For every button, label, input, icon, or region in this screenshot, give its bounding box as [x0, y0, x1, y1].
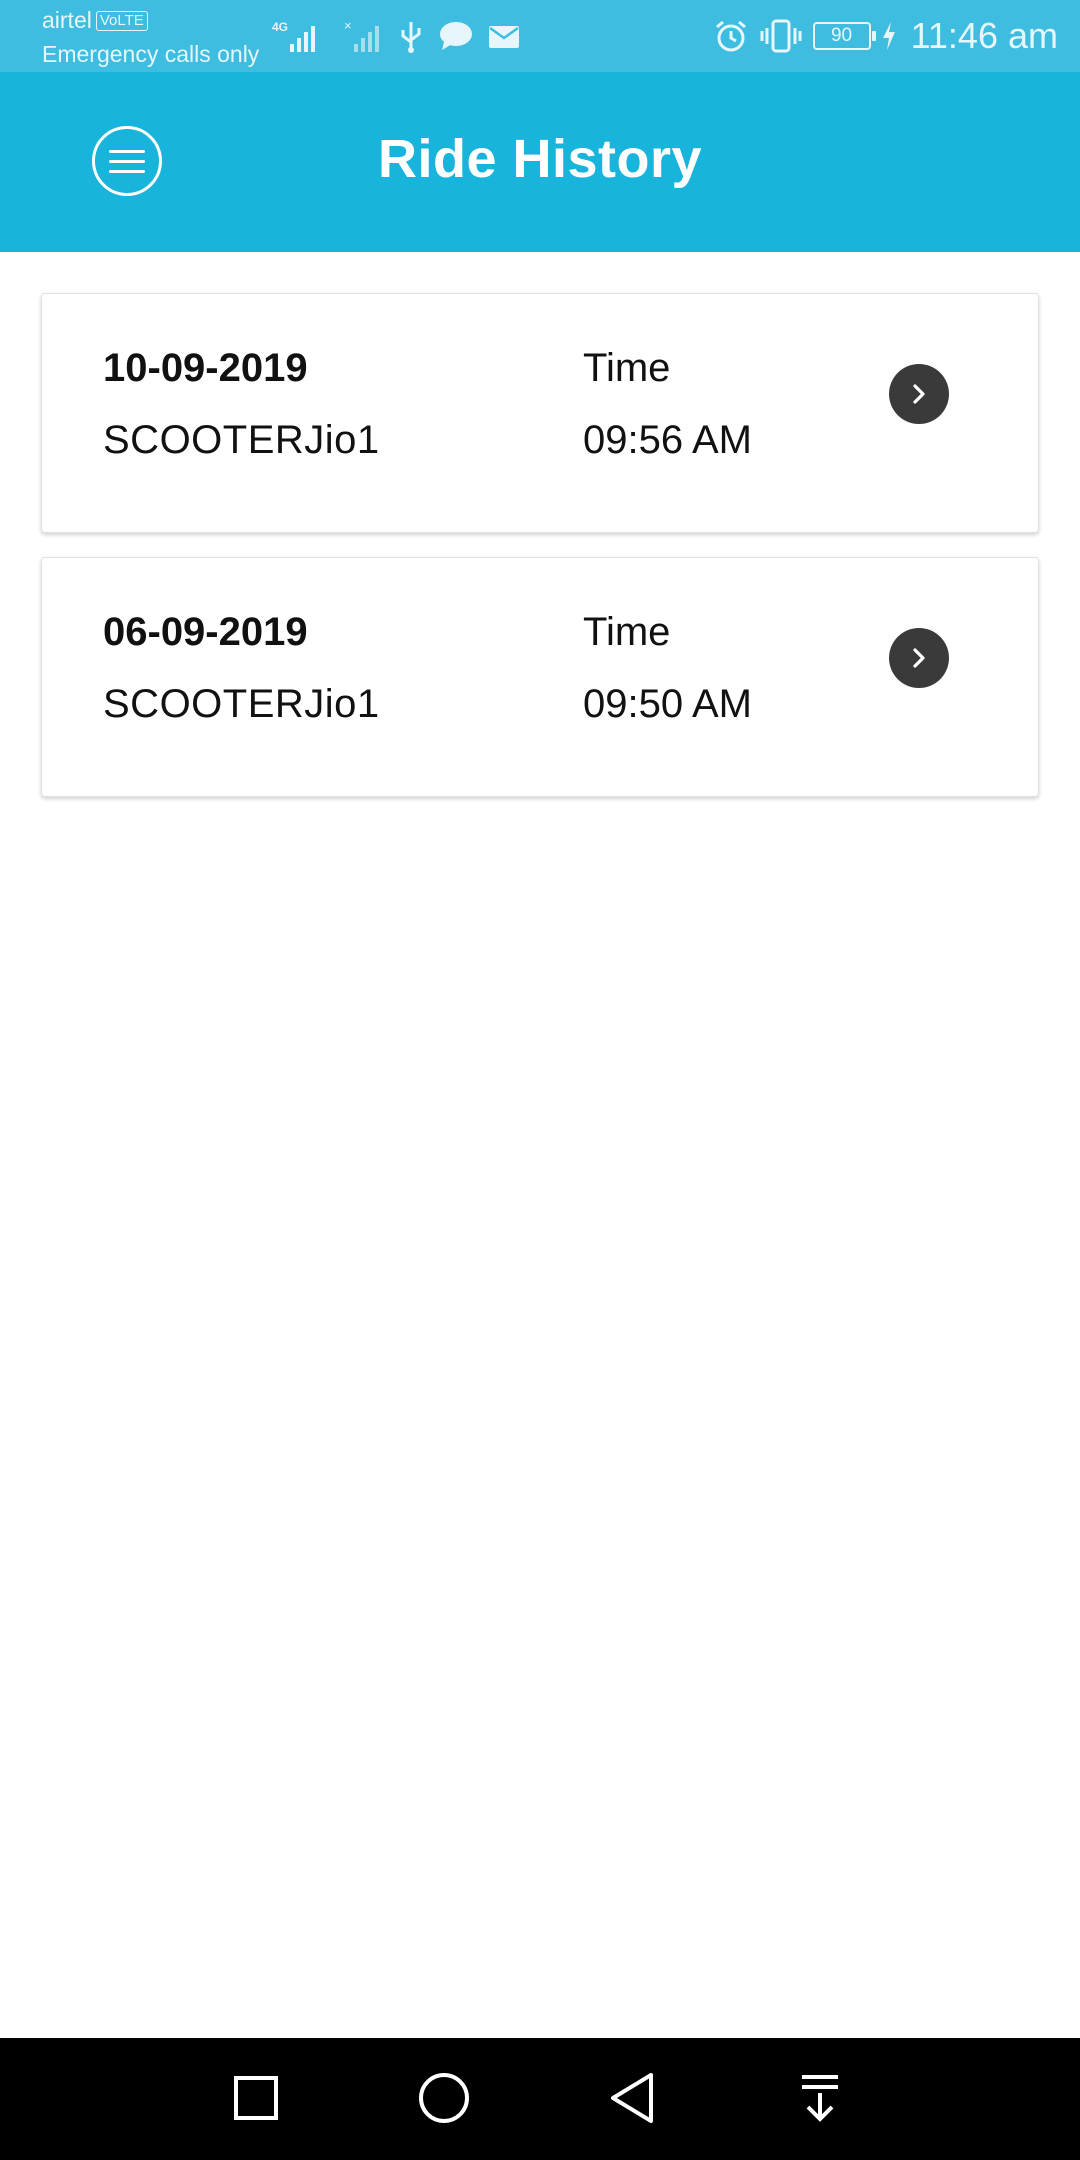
- carrier-row: airtel VoLTE: [42, 6, 148, 34]
- app-header: Ride History: [0, 72, 1080, 252]
- status-icons-right: 90 11:46 am: [713, 10, 1058, 62]
- status-icons-left: 4G ×: [272, 14, 520, 58]
- back-button[interactable]: [602, 2068, 662, 2128]
- volte-badge: VoLTE: [95, 11, 148, 31]
- ride-details-button[interactable]: [889, 628, 949, 688]
- home-button[interactable]: [414, 2068, 474, 2128]
- ride-time-value: 09:56 AM: [583, 418, 753, 462]
- ride-card[interactable]: 10-09-2019 SCOOTERJio1 Time 09:56 AM: [41, 293, 1039, 533]
- chat-bubble-icon: [440, 22, 472, 50]
- battery-indicator: 90: [812, 22, 876, 50]
- page-title: Ride History: [377, 129, 703, 189]
- notification-pulldown-button[interactable]: [790, 2068, 850, 2128]
- back-icon: [611, 2073, 653, 2123]
- ride-date: 06-09-2019: [103, 610, 308, 654]
- vibrate-icon: [760, 19, 802, 53]
- chevron-right-icon: [913, 384, 925, 404]
- ride-date: 10-09-2019: [103, 346, 308, 390]
- emergency-text: Emergency calls only: [42, 41, 260, 67]
- status-clock: 11:46 am: [910, 15, 1058, 56]
- carrier-name: airtel: [42, 7, 92, 33]
- chevron-right-icon: [913, 648, 925, 668]
- mail-icon: [489, 26, 519, 48]
- system-nav-bar: [0, 2038, 1080, 2160]
- home-icon: [419, 2073, 469, 2123]
- status-bar: airtel VoLTE Emergency calls only 4G × 9…: [0, 0, 1080, 72]
- charging-bolt-icon: [882, 22, 895, 50]
- recent-apps-icon: [234, 2076, 278, 2120]
- signal-no-service-icon: ×: [344, 18, 379, 52]
- svg-text:×: ×: [344, 18, 352, 33]
- svg-text:4G: 4G: [272, 20, 288, 34]
- ride-time-label: Time: [583, 346, 671, 390]
- notification-pulldown-icon: [802, 2075, 838, 2122]
- signal-4g-icon: 4G: [272, 20, 315, 52]
- ride-card[interactable]: 06-09-2019 SCOOTERJio1 Time 09:50 AM: [41, 557, 1039, 797]
- ride-time-value: 09:50 AM: [583, 682, 753, 726]
- alarm-icon: [715, 20, 746, 52]
- ride-list: 10-09-2019 SCOOTERJio1 Time 09:56 AM 06-…: [41, 293, 1039, 821]
- recent-apps-button[interactable]: [226, 2068, 286, 2128]
- ride-details-button[interactable]: [889, 364, 949, 424]
- ride-vehicle-name: SCOOTERJio1: [103, 682, 380, 726]
- ride-vehicle-name: SCOOTERJio1: [103, 418, 380, 462]
- usb-icon: [401, 22, 421, 53]
- ride-time-label: Time: [583, 610, 671, 654]
- screen: airtel VoLTE Emergency calls only 4G × 9…: [0, 0, 1080, 2160]
